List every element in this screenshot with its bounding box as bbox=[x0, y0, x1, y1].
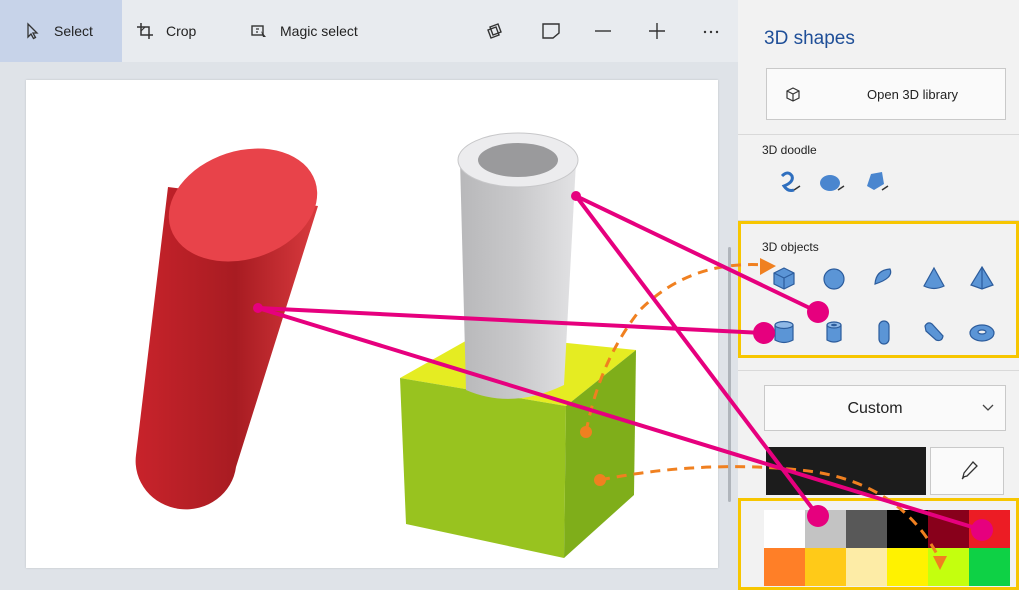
eyedropper-button[interactable] bbox=[930, 447, 1004, 495]
select-button[interactable]: Select bbox=[0, 0, 122, 62]
material-dropdown-value: Custom bbox=[847, 400, 903, 417]
zoom-in-icon[interactable] bbox=[646, 20, 668, 42]
open-3d-library-label: Open 3D library bbox=[867, 87, 959, 102]
divider bbox=[738, 370, 1019, 371]
red-cylinder[interactable] bbox=[135, 130, 332, 510]
toolbar: Select Crop Magic select bbox=[0, 0, 738, 62]
eyedropper-icon bbox=[961, 461, 978, 480]
zoom-out-icon[interactable] bbox=[592, 20, 614, 42]
current-color-preview bbox=[766, 447, 926, 495]
drawing-canvas[interactable] bbox=[26, 80, 718, 568]
objects-highlight-box bbox=[738, 221, 1019, 358]
sticker-icon[interactable] bbox=[540, 20, 562, 42]
palette-highlight-box bbox=[738, 498, 1019, 590]
magic-select-icon bbox=[251, 25, 266, 37]
canvas-area bbox=[0, 62, 738, 590]
more-icon[interactable] bbox=[700, 20, 722, 42]
material-dropdown[interactable]: Custom bbox=[764, 385, 1006, 431]
vertical-scrollbar[interactable] bbox=[728, 247, 731, 502]
library-icon bbox=[786, 87, 800, 102]
divider bbox=[738, 134, 1019, 135]
panel-title: 3D shapes bbox=[764, 28, 855, 49]
crop-button[interactable]: Crop bbox=[136, 0, 196, 62]
select-arrow-icon bbox=[27, 22, 39, 40]
view-3d-icon[interactable] bbox=[484, 20, 506, 42]
tube-doodle-icon[interactable] bbox=[862, 168, 890, 196]
crop-icon bbox=[137, 23, 153, 39]
magic-select-button[interactable]: Magic select bbox=[250, 0, 358, 62]
scene-3d-objects bbox=[135, 130, 636, 558]
crop-label: Crop bbox=[166, 23, 197, 39]
grey-tube[interactable] bbox=[457, 132, 579, 399]
magic-select-label: Magic select bbox=[280, 23, 358, 39]
select-label: Select bbox=[54, 23, 93, 39]
chevron-down-icon bbox=[982, 404, 994, 411]
sharp-edge-doodle-icon[interactable] bbox=[774, 168, 802, 196]
doodle-label: 3D doodle bbox=[762, 143, 817, 157]
soft-edge-doodle-icon[interactable] bbox=[818, 168, 846, 196]
open-3d-library-button[interactable]: Open 3D library bbox=[766, 68, 1006, 120]
